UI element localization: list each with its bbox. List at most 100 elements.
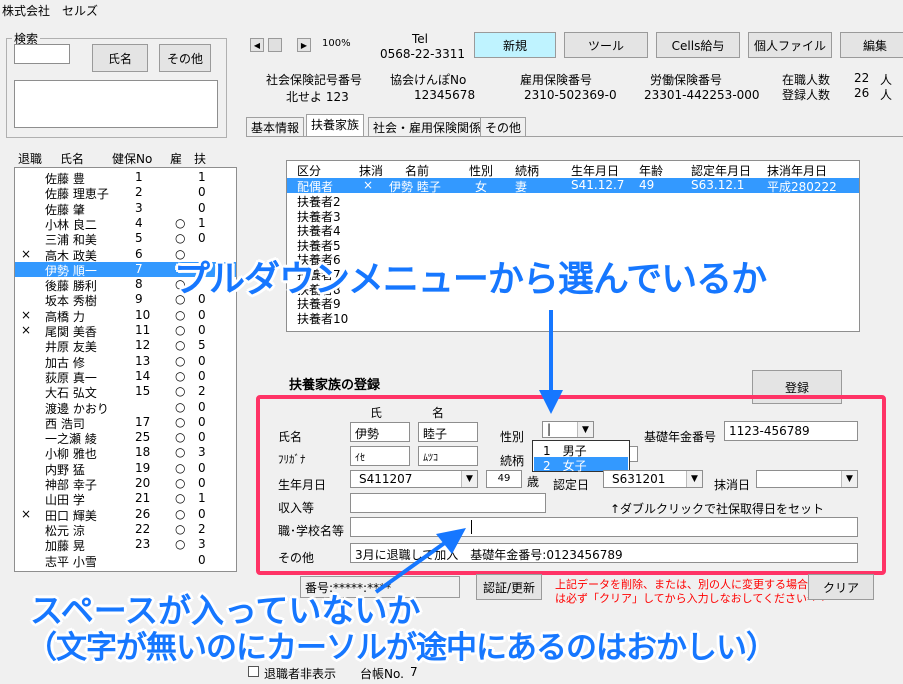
scroll-right-button[interactable]: ▶: [297, 38, 311, 52]
employee-dep: 0: [198, 231, 206, 246]
scroll-left-button[interactable]: ◀: [250, 38, 264, 52]
employee-dep: 0: [198, 552, 206, 567]
clear-button[interactable]: クリア: [808, 574, 874, 600]
employee-no: 5: [135, 231, 143, 246]
dep-col-deldate: 抹消年月日: [767, 164, 828, 178]
employee-row[interactable]: 加古 修 13 ○ 0: [15, 354, 236, 370]
employee-dep: 0: [198, 200, 206, 215]
tel-label: Tel: [412, 32, 429, 46]
employee-emp: ○: [175, 521, 186, 536]
employee-dep: 2: [198, 384, 206, 399]
employee-no: 6: [135, 246, 143, 261]
employee-row[interactable]: 神部 幸子 20 ○ 0: [15, 476, 236, 492]
employee-dep: 5: [198, 338, 206, 353]
current-count-value: 22: [854, 71, 870, 85]
tab-other[interactable]: その他: [480, 117, 527, 136]
employee-emp: ○: [175, 231, 186, 246]
employee-row[interactable]: × 尾関 美香 11 ○ 0: [15, 323, 236, 339]
employee-list[interactable]: 佐藤 豊 1 1 佐藤 理恵子 2 0 佐藤 肇 3 0 小林 良二 4 ○ 1 三浦 和美 5 ○ 0 × 高木 …: [14, 167, 237, 572]
dependent-row[interactable]: 扶養者4: [287, 222, 859, 238]
col-employment: 雇: [170, 152, 183, 166]
warning-line2: は必ず「クリア」してから入力しなおしてください⇒⇒: [555, 592, 826, 605]
employee-ret: ×: [21, 323, 32, 337]
hide-retired-label: 退職者非表示: [264, 667, 337, 681]
employee-dep: 0: [198, 399, 206, 414]
employee-dep: 1: [198, 491, 206, 506]
employee-row[interactable]: 荻原 真一 14 ○ 0: [15, 369, 236, 385]
employee-dep: 0: [198, 307, 206, 322]
col-dependents: 扶: [194, 152, 207, 166]
col-name: 氏名: [60, 152, 85, 166]
col-kenpo-no: 健保No: [112, 152, 153, 166]
dependent-row[interactable]: 扶養者3: [287, 208, 859, 224]
employee-no: 4: [135, 215, 143, 230]
personal-file-button[interactable]: 個人ファイル: [748, 32, 832, 58]
ledger-value: 7: [410, 665, 418, 679]
employee-emp: ○: [175, 506, 186, 521]
employee-row[interactable]: 松元 涼 22 ○ 2: [15, 521, 236, 538]
employee-emp: ○: [175, 338, 186, 353]
employee-row[interactable]: 渡邊 かおり ○ 0: [15, 399, 236, 416]
registered-count-label: 登録人数: [782, 88, 831, 102]
employee-row[interactable]: 山田 学 21 ○ 1: [15, 491, 236, 507]
employee-row[interactable]: 志平 小雪 0: [15, 552, 236, 569]
employee-name: 志平 小雪: [45, 554, 97, 569]
tab-basic-info[interactable]: 基本情報: [246, 117, 305, 136]
employee-no: 15: [135, 384, 151, 399]
zoom-level: 100%: [322, 38, 351, 49]
employee-row[interactable]: 井原 友美 12 ○ 5: [15, 338, 236, 354]
employee-row[interactable]: 佐藤 豊11: [15, 170, 236, 186]
employee-no: 3: [135, 200, 143, 215]
cells-salary-button[interactable]: Cells給与: [656, 32, 740, 58]
employee-dep: 0: [198, 460, 206, 475]
employee-row[interactable]: 西 浩司 17 ○ 0: [15, 415, 236, 431]
employee-row[interactable]: 一之瀬 綾 25 ○ 0: [15, 430, 236, 446]
employee-row[interactable]: 小柳 雅也 18 ○ 3: [15, 445, 236, 461]
tab-insurance[interactable]: 社会・雇用保険関係: [368, 117, 487, 136]
col-retired: 退職: [18, 152, 43, 166]
search-input[interactable]: [14, 44, 70, 64]
employee-row[interactable]: 内野 猛 19 ○ 0: [15, 460, 236, 477]
employee-row[interactable]: × 高橋 力 10 ○ 0: [15, 307, 236, 324]
employee-dep: 1: [198, 170, 206, 184]
dependents-list[interactable]: 区分 抹消 名前 性別 続柄 生年月日 年齢 認定年月日 抹消年月日 配偶者 ×…: [286, 160, 860, 332]
dependent-row[interactable]: 扶養者2: [287, 193, 859, 209]
search-result-box[interactable]: [14, 80, 218, 128]
tools-button[interactable]: ツール: [564, 32, 648, 58]
employee-no: 8: [135, 277, 143, 292]
employee-no: 11: [135, 323, 151, 337]
employee-row[interactable]: 三浦 和美 5 ○ 0: [15, 231, 236, 247]
employee-row[interactable]: 小林 良二 4 ○ 1: [15, 215, 236, 232]
employee-dep: 3: [198, 445, 206, 460]
employee-dep: 2: [198, 521, 206, 536]
dependent-row-spouse[interactable]: 配偶者 × 伊勢 睦子 女 妻 S41.12.7 49 S63.12.1 平成2…: [287, 178, 859, 194]
employee-no: 18: [135, 445, 151, 460]
employee-emp: ○: [175, 430, 186, 445]
new-button[interactable]: 新規: [474, 32, 556, 58]
edit-button[interactable]: 編集: [840, 32, 903, 58]
koyo-value: 2310-502369-0: [524, 88, 617, 102]
employee-row[interactable]: 佐藤 肇30: [15, 200, 236, 217]
highlight-box: [256, 395, 886, 575]
employee-no: 19: [135, 460, 151, 475]
dep-col-name: 名前: [405, 164, 430, 178]
employee-dep: 0: [198, 506, 206, 521]
employee-emp: ○: [175, 215, 186, 230]
employee-row[interactable]: × 田口 輝美 26 ○ 0: [15, 506, 236, 523]
scroll-thumb[interactable]: [268, 38, 282, 52]
employee-row[interactable]: 佐藤 理恵子 2 0: [15, 185, 236, 201]
dependent-row[interactable]: 扶養者10: [287, 310, 859, 326]
employee-no: 26: [135, 506, 151, 521]
search-other-button[interactable]: その他: [159, 44, 211, 72]
employee-row[interactable]: 加藤 晃 23 ○ 3: [15, 537, 236, 553]
employee-emp: ○: [175, 323, 186, 337]
employee-row[interactable]: 大石 弘文 15 ○ 2: [15, 384, 236, 400]
kyokai-label: 協会けんぽNo: [390, 73, 467, 87]
search-name-button[interactable]: 氏名: [92, 44, 148, 72]
tab-dependents[interactable]: 扶養家族: [306, 114, 365, 136]
hide-retired-checkbox[interactable]: [248, 666, 259, 677]
auth-update-button[interactable]: 認証/更新: [476, 574, 542, 600]
employee-no: 10: [135, 307, 151, 322]
employee-dep: 0: [198, 185, 206, 200]
window-title: 株式会社 セルズ: [2, 4, 99, 18]
